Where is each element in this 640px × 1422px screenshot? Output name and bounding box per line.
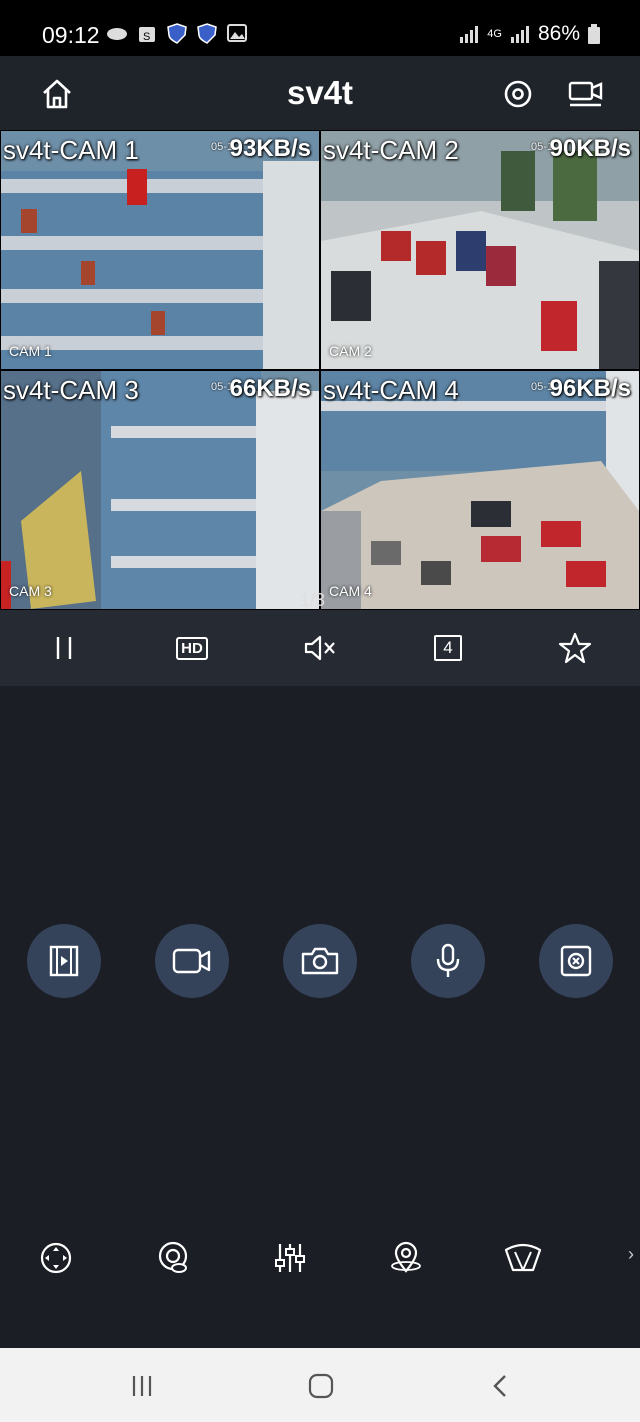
- record-button[interactable]: [155, 924, 229, 998]
- chevron-left-icon: [493, 1375, 506, 1397]
- network-type: 4G: [487, 28, 502, 40]
- notification-icons: S: [106, 22, 248, 44]
- wiper-icon: [504, 1243, 542, 1272]
- app-header: sv4t: [0, 56, 640, 130]
- preset-view-button[interactable]: [151, 1236, 195, 1280]
- signal-icon: [510, 26, 529, 43]
- image-icon: [226, 22, 248, 44]
- camera-icon: [301, 947, 339, 975]
- bitrate-label: 90KB/s: [549, 135, 631, 162]
- battery-icon: [588, 24, 600, 44]
- split-screen-button[interactable]: 4: [426, 628, 470, 668]
- image-adjust-button[interactable]: [268, 1236, 312, 1280]
- sliders-icon: [275, 1244, 305, 1272]
- wiper-button[interactable]: [501, 1236, 545, 1280]
- battery-percent: 86%: [537, 22, 580, 45]
- back-button[interactable]: [481, 1366, 521, 1406]
- shield-icon: [166, 22, 188, 44]
- home-circle-icon: [308, 1373, 334, 1399]
- speaker-muted-icon: [304, 635, 335, 661]
- camera-name: sv4t-CAM 4: [323, 375, 459, 405]
- lens-target-icon: [560, 945, 592, 977]
- camera-feed-1: [1, 131, 319, 369]
- camera-feed-3: [1, 371, 319, 609]
- camera-name: sv4t-CAM 1: [3, 135, 139, 165]
- camera-view-3[interactable]: sv4t-CAM 3 05-1 66KB/s CAM 3: [1, 371, 319, 609]
- bitrate-label: 66KB/s: [229, 375, 311, 402]
- bitrate-label: 93KB/s: [229, 135, 311, 162]
- svg-text:S: S: [143, 31, 150, 43]
- playback-button[interactable]: [27, 924, 101, 998]
- talk-button[interactable]: [411, 924, 485, 998]
- status-bar: 09:12 S 4G 86%: [0, 0, 640, 56]
- camera-view-2[interactable]: sv4t-CAM 2 05-1 90KB/s CAM 2: [321, 131, 639, 369]
- camera-osd-label: CAM 1: [9, 343, 52, 359]
- home-nav-button[interactable]: [301, 1366, 341, 1406]
- more-tools-arrow[interactable]: ›: [628, 1244, 634, 1265]
- camera-grid: sv4t-CAM 1 05-1 93KB/s CAM 1 sv4t-CAM 2 …: [0, 130, 640, 610]
- ptz-control-button[interactable]: [34, 1236, 78, 1280]
- hd-label: HD: [176, 636, 208, 660]
- recent-apps-icon: [132, 1376, 152, 1396]
- camera-feed-4: [321, 371, 639, 609]
- camera-name: sv4t-CAM 2: [323, 135, 459, 165]
- system-nav-bar: [0, 1348, 640, 1422]
- shield-icon: [196, 22, 218, 44]
- device-list-button[interactable]: [566, 74, 606, 114]
- camera-osd-label: CAM 2: [329, 343, 372, 359]
- star-icon: [558, 632, 592, 664]
- snapshot-button[interactable]: [283, 924, 357, 998]
- camera-view-4[interactable]: sv4t-CAM 4 05-1 96KB/s CAM 4: [321, 371, 639, 609]
- camera-view-1[interactable]: sv4t-CAM 1 05-1 93KB/s CAM 1: [1, 131, 319, 369]
- fisheye-button[interactable]: [539, 924, 613, 998]
- hd-toggle-button[interactable]: HD: [170, 628, 214, 668]
- camera-osd-label: CAM 3: [9, 583, 52, 599]
- status-right: 4G 86%: [459, 22, 600, 46]
- camera-name: sv4t-CAM 3: [3, 375, 139, 405]
- video-camera-list-icon: [568, 81, 603, 107]
- camera-osd-label: CAM 4: [329, 583, 372, 599]
- cruise-button[interactable]: [384, 1236, 428, 1280]
- status-time: 09:12: [42, 22, 100, 48]
- camera-feed-2: [321, 131, 639, 369]
- playback-toolbar: HD 4: [0, 610, 640, 686]
- signal-icon: [460, 26, 479, 43]
- split-count: 4: [434, 635, 462, 661]
- film-play-icon: [49, 945, 79, 977]
- page-indicator: 1/3: [300, 590, 326, 610]
- pause-icon: [56, 637, 72, 659]
- cloud-icon: [106, 22, 128, 44]
- shopping-icon: S: [136, 22, 158, 44]
- location-target-icon: [391, 1241, 421, 1273]
- bitrate-label: 96KB/s: [549, 375, 631, 402]
- recent-apps-button[interactable]: [122, 1366, 162, 1406]
- mute-button[interactable]: [298, 628, 342, 668]
- ptz-direction-icon: [40, 1242, 72, 1274]
- microphone-icon: [436, 943, 460, 977]
- settings-button[interactable]: [498, 74, 538, 114]
- video-camera-icon: [172, 948, 211, 974]
- page-title: sv4t: [286, 74, 354, 111]
- camera-preset-icon: [158, 1241, 188, 1273]
- gear-icon: [504, 80, 532, 108]
- pause-button[interactable]: [42, 628, 86, 668]
- favorite-button[interactable]: [553, 628, 597, 668]
